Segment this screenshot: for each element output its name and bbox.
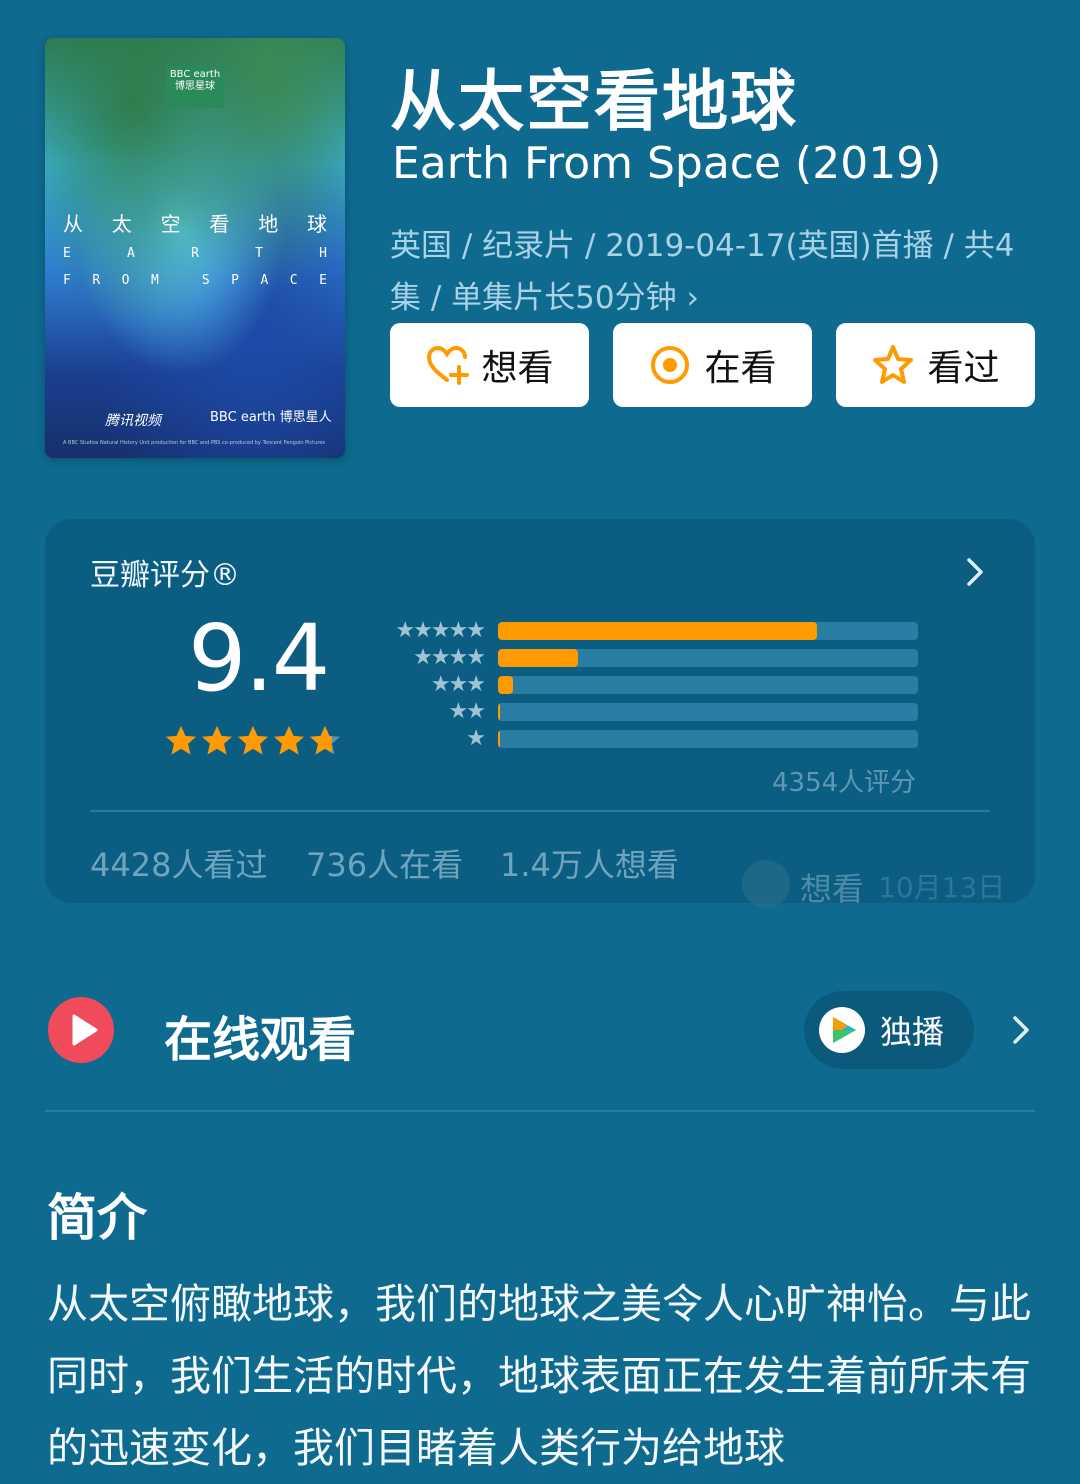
distribution-row-4: ★★★★ — [378, 645, 918, 670]
want-button[interactable]: 想看 — [390, 323, 589, 407]
poster-title-en-row1: EARTH — [63, 246, 327, 261]
distribution-fill — [498, 649, 578, 667]
distribution-fill — [498, 676, 513, 694]
distribution-bar — [498, 730, 918, 748]
two-star-icon: ★★ — [448, 699, 486, 724]
chevron-right-icon[interactable] — [960, 552, 990, 592]
five-star-icon: ★★★★★ — [395, 618, 486, 643]
star-outline-icon — [873, 345, 914, 384]
rating-score: 9.4 — [188, 605, 330, 712]
distribution-row-3: ★★★ — [378, 672, 918, 697]
distribution-row-1: ★ — [378, 726, 918, 751]
four-star-icon: ★★★★ — [413, 645, 486, 670]
distribution-row-5: ★★★★★ — [378, 618, 918, 643]
poster-image[interactable]: BBC earth 博思星球 从 太 空 看 地 球 EARTH FROMSPA… — [45, 38, 345, 458]
page-title: 从太空看地球 — [390, 63, 798, 140]
chevron-right-icon[interactable] — [1008, 1012, 1034, 1048]
intro-title: 简介 — [47, 1189, 147, 1247]
watched-button-label: 看过 — [927, 348, 1000, 389]
distribution-fill — [498, 730, 501, 748]
star-icon — [166, 726, 196, 755]
tencent-video-logo: 腾讯视频 — [105, 413, 161, 429]
three-star-icon: ★★★ — [430, 672, 486, 697]
watching-button[interactable]: 在看 — [613, 323, 812, 407]
stat-want[interactable]: 1.4万人想看 — [500, 840, 679, 886]
distribution-bar — [498, 649, 918, 667]
tencent-video-icon — [819, 1007, 865, 1053]
heart-plus-icon — [427, 345, 470, 385]
intro-text: 从太空俯瞰地球，我们的地球之美令人心旷神怡。与此同时，我们生活的时代，地球表面正… — [47, 1280, 1031, 1472]
distribution-fill — [498, 622, 818, 640]
avatar — [742, 860, 790, 908]
bbc-earth-brand: BBC earth 博思星人 — [210, 410, 332, 425]
stat-watching[interactable]: 736人在看 — [306, 840, 463, 886]
watched-button[interactable]: 看过 — [836, 323, 1035, 407]
distribution-row-2: ★★ — [378, 699, 918, 724]
title-original: Earth From Space (2019) — [392, 138, 942, 189]
stat-watched[interactable]: 4428人看过 — [90, 840, 267, 886]
watching-button-label: 在看 — [704, 348, 777, 389]
online-watch-title[interactable]: 在线观看 — [164, 1000, 356, 1070]
poster-title-en-row2: FROMSPACE — [63, 273, 327, 288]
poster-title-cn: 从 太 空 看 地 球 — [63, 212, 327, 236]
divider — [90, 810, 990, 812]
user-mark-status: 想看 — [800, 870, 865, 908]
star-icon — [202, 726, 232, 755]
star-icon — [238, 726, 268, 755]
distribution-bar — [498, 703, 918, 721]
meta-info-link[interactable]: 英国 / 纪录片 / 2019-04-17(英国)首播 / 共4集 / 单集片长… — [390, 220, 1040, 324]
divider — [45, 1110, 1035, 1112]
user-mark-date: 10月13日 — [878, 871, 1006, 904]
distribution-bar — [498, 676, 918, 694]
distribution-fill — [498, 703, 501, 721]
poster-credit: A BBC Studios Natural History Unit produ… — [63, 440, 325, 446]
star-icon — [310, 726, 340, 755]
target-icon — [651, 346, 690, 384]
play-icon[interactable] — [47, 996, 115, 1064]
want-button-label: 想看 — [481, 348, 554, 389]
one-star-icon: ★ — [466, 726, 486, 751]
source-chip-label: 独播 — [880, 1013, 945, 1051]
rating-label: 豆瓣评分® — [90, 558, 240, 593]
source-chip[interactable]: 独播 — [804, 991, 974, 1069]
bbc-earth-logo: BBC earth 博思星球 — [166, 66, 224, 108]
star-icon — [274, 726, 304, 755]
rating-count: 4354人评分 — [772, 768, 917, 798]
rating-stars — [164, 724, 342, 758]
distribution-bar — [498, 622, 918, 640]
